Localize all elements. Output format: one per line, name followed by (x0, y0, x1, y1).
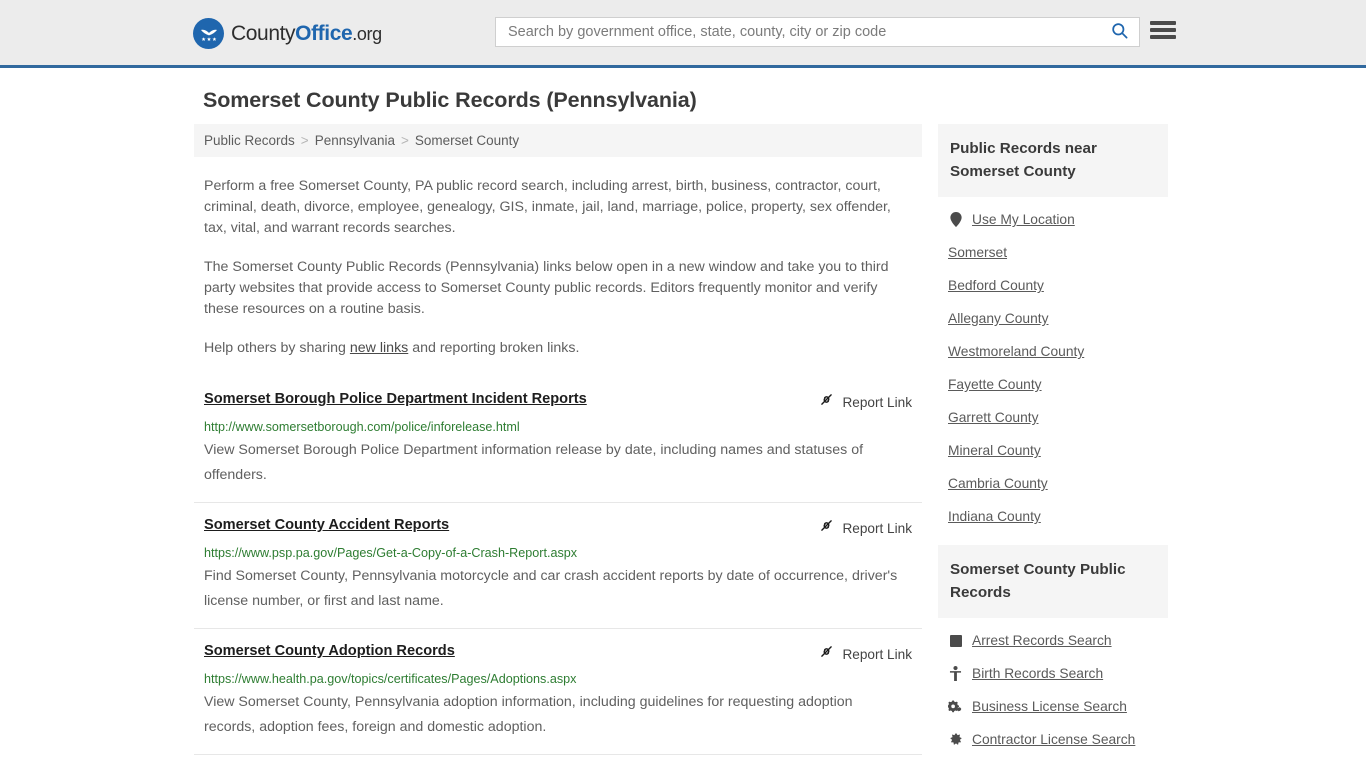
logo-text-county: County (231, 21, 296, 45)
breadcrumb-item-pennsylvania[interactable]: Pennsylvania (315, 133, 395, 148)
sidebar-link-cambria-county[interactable]: Cambria County (948, 476, 1048, 491)
list-item: Contractor License Search (938, 723, 1168, 756)
site-header: CountyOffice.org (0, 0, 1366, 68)
search-icon (1110, 21, 1129, 43)
result-description: Find Somerset County, Pennsylvania motor… (204, 568, 898, 609)
report-link-button[interactable]: Report Link (818, 517, 912, 539)
broken-link-icon (818, 643, 835, 665)
list-item: Use My Location (938, 203, 1168, 236)
nearby-records-panel: Public Records near Somerset County Use … (938, 124, 1168, 533)
hamburger-bar (1150, 35, 1176, 39)
list-item: Garrett County (938, 401, 1168, 434)
nearby-records-list: Use My Location Somerset Bedford County … (938, 197, 1168, 533)
hamburger-menu-icon[interactable] (1150, 19, 1176, 41)
list-item: Bedford County (938, 269, 1168, 302)
result-title-link[interactable]: Somerset County Adoption Records (204, 642, 455, 660)
search-input[interactable] (496, 18, 1099, 46)
search-bar (495, 17, 1140, 47)
list-item: Cambria County (938, 467, 1168, 500)
hamburger-bar (1150, 21, 1176, 25)
baby-icon (948, 666, 963, 681)
report-link-button[interactable]: Report Link (818, 391, 912, 413)
list-item: Somerset (938, 236, 1168, 269)
logo-text-office: Office (295, 21, 353, 45)
hardhat-icon (948, 732, 963, 747)
sidebar: Public Records near Somerset County Use … (938, 124, 1168, 768)
breadcrumb: Public Records > Pennsylvania > Somerset… (194, 124, 922, 157)
broken-link-icon (818, 517, 835, 539)
report-link-label: Report Link (842, 646, 912, 662)
square-icon (948, 633, 963, 648)
county-records-list: Arrest Records Search Birth Records Sear… (938, 618, 1168, 756)
sidebar-link-westmoreland-county[interactable]: Westmoreland County (948, 344, 1084, 359)
map-pin-icon (948, 212, 963, 227)
list-item: Mineral County (938, 434, 1168, 467)
intro-text-before: Help others by sharing (204, 340, 350, 356)
sidebar-link-bedford-county[interactable]: Bedford County (948, 278, 1044, 293)
gears-icon (948, 699, 963, 714)
report-link-label: Report Link (842, 520, 912, 536)
sidebar-link-use-my-location[interactable]: Use My Location (972, 212, 1075, 227)
result-item: Somerset County Assessment Office Proper… (194, 754, 922, 768)
sidebar-link-business-license-search[interactable]: Business License Search (972, 699, 1127, 714)
sidebar-link-somerset[interactable]: Somerset (948, 245, 1007, 260)
result-url[interactable]: https://www.health.pa.gov/topics/certifi… (204, 671, 912, 687)
breadcrumb-item-somerset-county[interactable]: Somerset County (415, 133, 519, 148)
sidebar-link-allegany-county[interactable]: Allegany County (948, 311, 1048, 326)
county-records-panel: Somerset County Public Records Arrest Re… (938, 545, 1168, 756)
new-links-link[interactable]: new links (350, 340, 408, 356)
main-content: Public Records > Pennsylvania > Somerset… (194, 124, 922, 768)
breadcrumb-separator: > (401, 133, 409, 148)
intro-paragraph-2: The Somerset County Public Records (Penn… (204, 259, 889, 317)
result-title-link[interactable]: Somerset Borough Police Department Incid… (204, 390, 587, 408)
list-item: Birth Records Search (938, 657, 1168, 690)
result-item: Somerset County Adoption Records Report … (194, 628, 922, 754)
result-header: Somerset Borough Police Department Incid… (204, 390, 912, 413)
sidebar-link-indiana-county[interactable]: Indiana County (948, 509, 1041, 524)
nearby-records-heading: Public Records near Somerset County (938, 124, 1168, 197)
site-logo[interactable]: CountyOffice.org (193, 18, 382, 49)
list-item: Business License Search (938, 690, 1168, 723)
county-records-heading: Somerset County Public Records (938, 545, 1168, 618)
intro-text-after: and reporting broken links. (408, 340, 580, 356)
results-list: Somerset Borough Police Department Incid… (194, 377, 922, 768)
intro-section: Perform a free Somerset County, PA publi… (194, 176, 922, 359)
list-item: Westmoreland County (938, 335, 1168, 368)
sidebar-link-mineral-county[interactable]: Mineral County (948, 443, 1041, 458)
result-description: View Somerset Borough Police Department … (204, 442, 864, 483)
hamburger-bar (1150, 28, 1176, 32)
list-item: Indiana County (938, 500, 1168, 533)
logo-eagle-icon (193, 18, 224, 49)
result-header: Somerset County Accident Reports Report … (204, 516, 912, 539)
result-title-link[interactable]: Somerset County Accident Reports (204, 516, 449, 534)
breadcrumb-item-public-records[interactable]: Public Records (204, 133, 295, 148)
sidebar-link-arrest-records-search[interactable]: Arrest Records Search (972, 633, 1112, 648)
page-title: Somerset County Public Records (Pennsylv… (203, 88, 697, 112)
result-header: Somerset County Adoption Records Report … (204, 642, 912, 665)
intro-paragraph-1: Perform a free Somerset County, PA publi… (204, 178, 891, 236)
logo-text: CountyOffice.org (231, 22, 382, 46)
breadcrumb-separator: > (300, 133, 309, 148)
list-item: Allegany County (938, 302, 1168, 335)
search-button[interactable] (1099, 18, 1139, 46)
result-item: Somerset Borough Police Department Incid… (194, 377, 922, 502)
intro-paragraph-3: Help others by sharing new links and rep… (204, 338, 912, 359)
sidebar-link-fayette-county[interactable]: Fayette County (948, 377, 1042, 392)
result-url[interactable]: http://www.somersetborough.com/police/in… (204, 419, 912, 435)
result-url[interactable]: https://www.psp.pa.gov/Pages/Get-a-Copy-… (204, 545, 912, 561)
list-item: Fayette County (938, 368, 1168, 401)
sidebar-link-garrett-county[interactable]: Garrett County (948, 410, 1038, 425)
report-link-button[interactable]: Report Link (818, 643, 912, 665)
sidebar-link-contractor-license-search[interactable]: Contractor License Search (972, 732, 1135, 747)
list-item: Arrest Records Search (938, 624, 1168, 657)
logo-text-org: .org (352, 23, 382, 44)
sidebar-link-birth-records-search[interactable]: Birth Records Search (972, 666, 1103, 681)
broken-link-icon (818, 391, 835, 413)
report-link-label: Report Link (842, 394, 912, 410)
result-item: Somerset County Accident Reports Report … (194, 502, 922, 628)
result-description: View Somerset County, Pennsylvania adopt… (204, 694, 853, 735)
